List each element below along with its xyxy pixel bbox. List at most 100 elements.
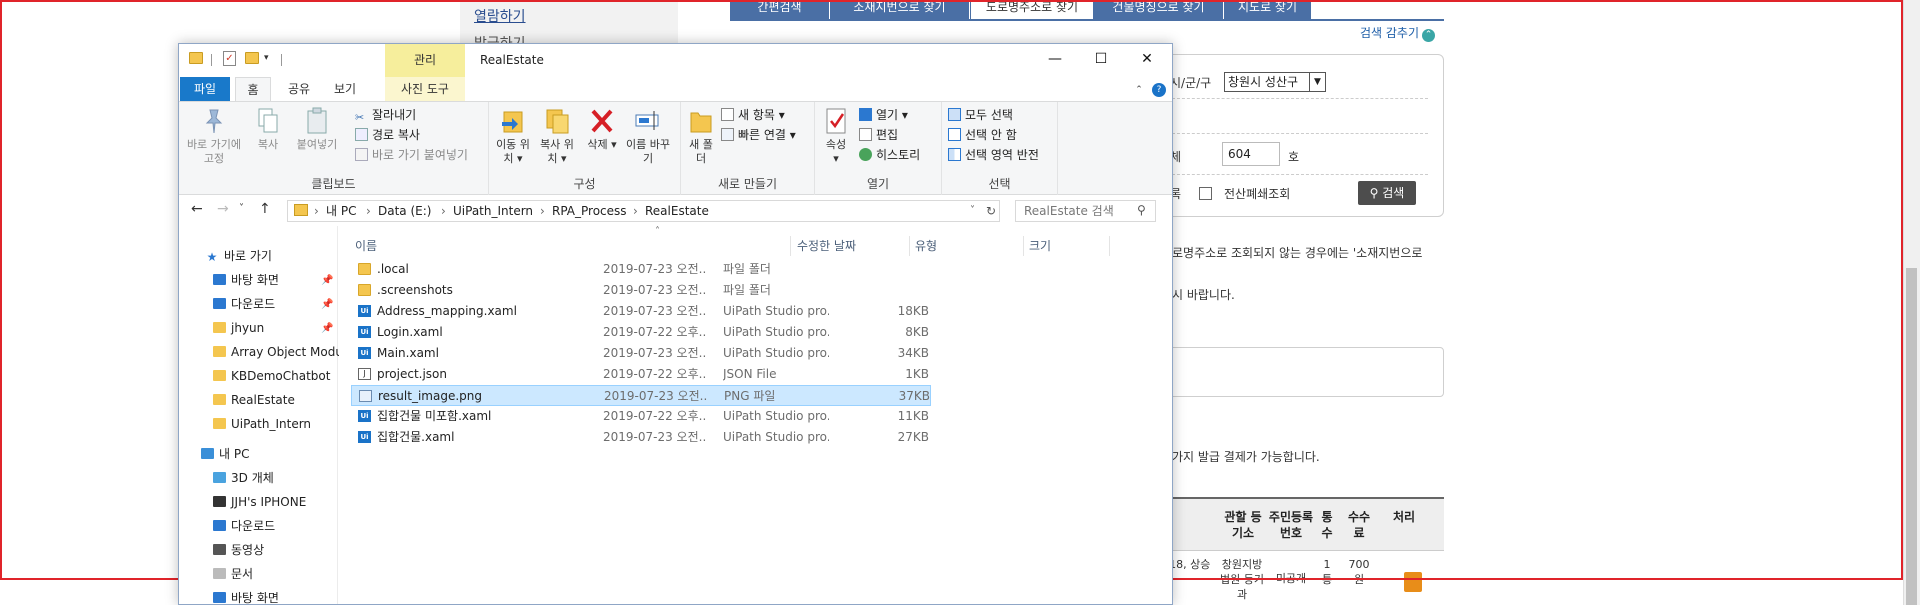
- breadcrumb-item[interactable]: 내 PC: [326, 201, 356, 221]
- maximize-button[interactable]: ☐: [1078, 44, 1124, 74]
- column-separator[interactable]: [909, 236, 910, 256]
- close-button[interactable]: ✕: [1124, 44, 1170, 74]
- new-folder-button[interactable]: 새 폴더: [687, 106, 715, 166]
- open-button[interactable]: 열기 ▾: [859, 106, 908, 124]
- column-header-size[interactable]: 크기: [1029, 236, 1051, 256]
- file-row[interactable]: .screenshots 2019-07-23 오전... 파일 폴더: [351, 280, 931, 301]
- invert-selection-button[interactable]: 선택 영역 반전: [948, 146, 1039, 164]
- folder-icon: [358, 284, 371, 296]
- column-header-date[interactable]: 수정한 날짜: [797, 236, 856, 256]
- breadcrumb-item[interactable]: Data (E:): [378, 201, 431, 221]
- paste-button[interactable]: 붙여넣기: [293, 106, 341, 152]
- nav-pc-item[interactable]: JJH's IPHONE: [213, 492, 306, 512]
- delete-button[interactable]: 삭제 ▾: [585, 106, 619, 152]
- refresh-icon[interactable]: ↻: [986, 201, 996, 221]
- nav-quick-item[interactable]: Array Object Modu: [213, 342, 343, 362]
- search-icon[interactable]: ⚲: [1137, 203, 1146, 217]
- help-icon[interactable]: ?: [1152, 83, 1166, 97]
- file-row[interactable]: Ui Main.xaml 2019-07-23 오전... UiPath Studio…: [351, 343, 931, 364]
- properties-qa-icon[interactable]: ✓: [223, 51, 236, 66]
- breadcrumb-separator: ›: [633, 204, 638, 218]
- new-folder-qa-icon[interactable]: [245, 52, 259, 64]
- move-to-button[interactable]: 이동 위치 ▾: [493, 106, 533, 166]
- address-breadcrumb[interactable]: › 내 PC › Data (E:) › UiPath_Intern › RPA…: [287, 200, 1000, 222]
- back-arrow-icon[interactable]: ←: [191, 201, 203, 217]
- web-th-count: 통수: [1321, 510, 1333, 540]
- edit-button[interactable]: 편집: [859, 126, 898, 144]
- qa-customize-dropdown[interactable]: ▾: [264, 53, 269, 63]
- web-tab-building[interactable]: 건물명칭으로 찾기: [1094, 0, 1224, 20]
- tab-picture-tools[interactable]: 사진 도구: [385, 77, 465, 101]
- chevron-down-icon[interactable]: ▼: [1309, 73, 1325, 91]
- file-row[interactable]: Ui Login.xaml 2019-07-22 오후... UiPath Studi…: [351, 322, 931, 343]
- copy-button[interactable]: 복사: [253, 106, 283, 152]
- web-search-fold-toggle[interactable]: 검색 감추기 ⌃: [1360, 24, 1436, 42]
- nav-quick-item[interactable]: 바탕 화면: [213, 270, 279, 290]
- web-ho-input[interactable]: 604: [1222, 142, 1280, 166]
- rename-button[interactable]: 이름 바꾸기: [623, 106, 673, 166]
- copy-path-button[interactable]: 경로 복사: [355, 126, 420, 144]
- collapse-icon[interactable]: ⌃: [1422, 29, 1436, 42]
- nav-quick-item[interactable]: jhyun: [213, 318, 264, 338]
- column-separator[interactable]: [790, 236, 791, 256]
- paste-shortcut-button[interactable]: 바로 가기 붙여넣기: [355, 146, 468, 164]
- properties-button[interactable]: 속성 ▾: [821, 106, 851, 166]
- file-row[interactable]: result_image.png 2019-07-23 오전... PNG 파일 37…: [351, 385, 931, 406]
- nav-pc-item[interactable]: 문서: [213, 564, 253, 584]
- easy-access-button[interactable]: 빠른 연결 ▾: [721, 126, 796, 144]
- column-header-name[interactable]: 이름: [355, 236, 377, 256]
- new-item-button[interactable]: 새 항목 ▾: [721, 106, 785, 124]
- nav-pc-item[interactable]: 동영상: [213, 540, 264, 560]
- nav-quick-item[interactable]: KBDemoChatbot: [213, 366, 330, 386]
- up-arrow-icon[interactable]: ↑: [259, 201, 271, 217]
- file-row[interactable]: .local 2019-07-23 오전... 파일 폴더: [351, 259, 931, 280]
- tab-file[interactable]: 파일: [180, 77, 230, 101]
- web-scrollbar-thumb[interactable]: [1906, 268, 1917, 605]
- minimize-button[interactable]: —: [1032, 44, 1078, 74]
- manage-context-tab[interactable]: 관리: [385, 44, 465, 77]
- nav-this-pc[interactable]: 내 PC: [201, 444, 249, 464]
- nav-pc-item[interactable]: 다운로드: [213, 516, 275, 536]
- breadcrumb-item[interactable]: RPA_Process: [552, 201, 627, 221]
- nav-quick-item[interactable]: RealEstate: [213, 390, 295, 410]
- breadcrumb-item[interactable]: RealEstate: [645, 201, 709, 221]
- cut-button[interactable]: ✂ 잘라내기: [355, 106, 416, 124]
- collapse-ribbon-icon[interactable]: ⌃: [1132, 83, 1146, 97]
- web-tab-map[interactable]: 지도로 찾기: [1224, 0, 1312, 20]
- web-city-select[interactable]: 창원시 성산구 ▼: [1224, 72, 1326, 92]
- tab-view[interactable]: 보기: [327, 77, 363, 101]
- file-row[interactable]: Jproject.json 2019-07-22 오후... JSON File 1K…: [351, 364, 931, 385]
- forward-arrow-icon[interactable]: →: [217, 201, 229, 217]
- web-search-button[interactable]: ⚲ 검색: [1358, 181, 1416, 205]
- file-row[interactable]: Ui 집합건물.xaml 2019-07-23 오전... UiPath Studio…: [351, 427, 931, 448]
- nav-quick-access[interactable]: ★ 바로 가기: [205, 246, 272, 266]
- web-tab-road[interactable]: 도로명주소로 찾기: [970, 0, 1094, 20]
- nav-pc-item[interactable]: 바탕 화면: [213, 588, 279, 604]
- pin-quick-access-button[interactable]: 바로 가기에 고정: [185, 106, 243, 166]
- web-include-closed-checkbox[interactable]: [1199, 187, 1212, 200]
- select-all-button[interactable]: 모두 선택: [948, 106, 1013, 124]
- search-input[interactable]: RealEstate 검색: [1015, 200, 1156, 222]
- tab-home[interactable]: 홈: [235, 77, 271, 102]
- file-row[interactable]: Ui 집합건물 미포함.xaml 2019-07-22 오후... UiPath St…: [351, 406, 931, 427]
- web-search-fold-label[interactable]: 검색 감추기: [1360, 26, 1419, 40]
- tab-share[interactable]: 공유: [279, 77, 319, 101]
- web-link-view[interactable]: 열람하기: [474, 6, 526, 26]
- column-separator[interactable]: [1109, 236, 1110, 256]
- breadcrumb-item[interactable]: UiPath_Intern: [453, 201, 533, 221]
- recent-locations-chevron-icon[interactable]: ˅: [239, 203, 244, 214]
- edit-icon: [859, 128, 872, 141]
- nav-quick-item[interactable]: UiPath_Intern: [213, 414, 311, 434]
- nav-pc-item[interactable]: 3D 개체: [213, 468, 274, 488]
- history-button[interactable]: 히스토리: [859, 146, 920, 164]
- web-tab-lot[interactable]: 소재지번으로 찾기: [830, 0, 970, 20]
- copy-to-button[interactable]: 복사 위치 ▾: [537, 106, 577, 166]
- print-icon[interactable]: [1404, 572, 1422, 592]
- address-dropdown-icon[interactable]: ˅: [970, 201, 975, 221]
- column-header-type[interactable]: 유형: [915, 236, 937, 256]
- column-separator[interactable]: [1023, 236, 1024, 256]
- web-tab-simple[interactable]: 간편검색: [730, 0, 830, 20]
- file-row[interactable]: Ui Address_mapping.xaml 2019-07-23 오전... Ui…: [351, 301, 931, 322]
- select-none-button[interactable]: 선택 안 함: [948, 126, 1017, 144]
- nav-quick-item[interactable]: 다운로드: [213, 294, 275, 314]
